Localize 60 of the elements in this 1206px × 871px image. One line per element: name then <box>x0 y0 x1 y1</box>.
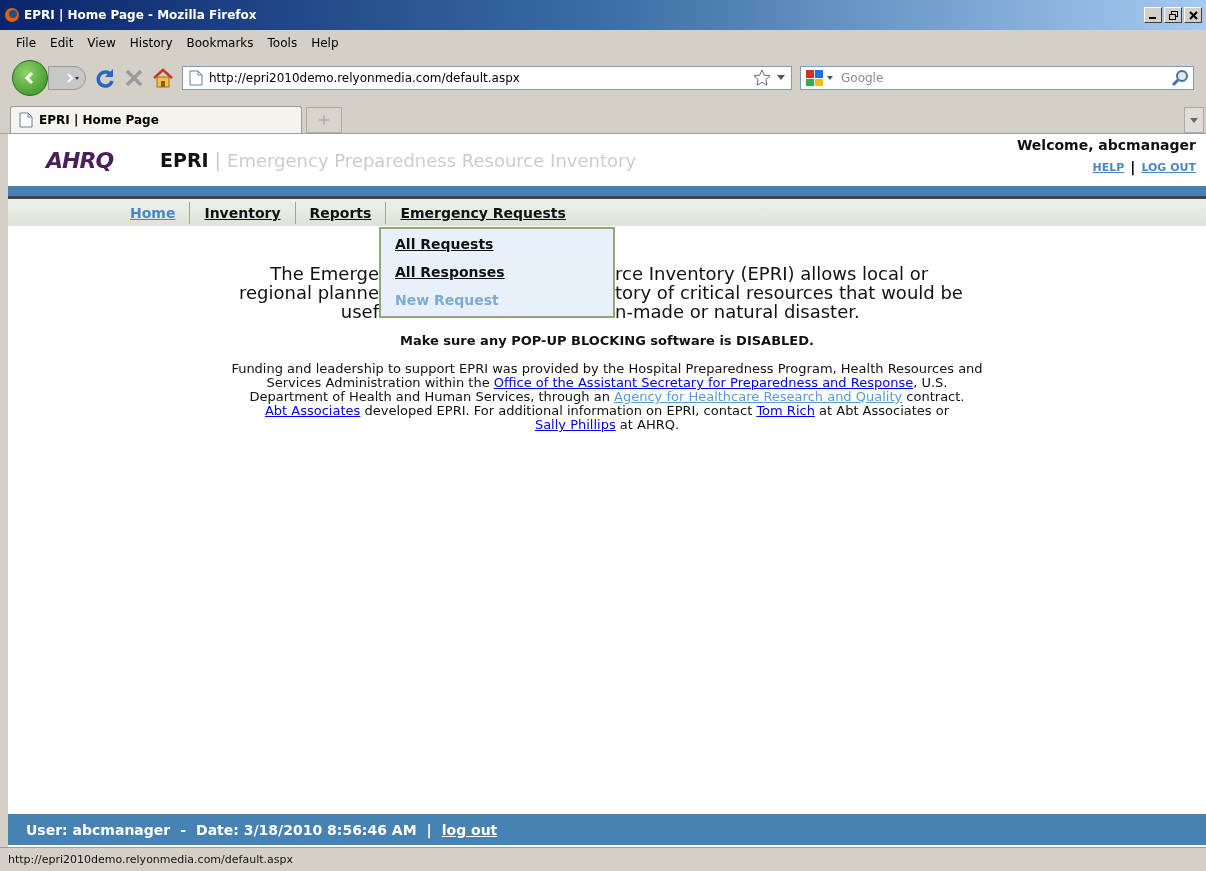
help-link[interactable]: HELP <box>1092 160 1125 174</box>
menu-item[interactable]: Edit <box>44 33 80 52</box>
logout-link[interactable]: log out <box>441 821 498 838</box>
restore-button[interactable] <box>1164 7 1182 23</box>
logout-link[interactable]: LOG OUT <box>1141 160 1196 174</box>
intro-text: regional planne <box>238 283 379 302</box>
close-icon <box>1188 10 1198 20</box>
menu-item[interactable]: Help <box>305 33 345 52</box>
menu-item[interactable]: All Responses <box>395 264 505 280</box>
page-icon <box>189 69 203 86</box>
search-icon[interactable] <box>1171 68 1189 87</box>
link-separator: | <box>1130 159 1136 175</box>
date-text: Date: 3/18/2010 8:56:46 AM <box>196 821 417 838</box>
search-box[interactable]: Google <box>800 65 1194 90</box>
logo: AHRQ <box>46 147 115 173</box>
star-icon[interactable] <box>753 68 771 87</box>
firefox-icon <box>4 7 20 23</box>
nav-link[interactable]: Emergency Requests <box>385 201 580 224</box>
menu-item[interactable]: View <box>81 33 122 52</box>
menu-item[interactable]: All Requests <box>395 236 494 252</box>
site-name: EPRI <box>160 149 209 171</box>
user-text: User: abcmanager <box>26 821 171 838</box>
nav-link[interactable]: Reports <box>294 201 386 224</box>
text-link[interactable]: Tom Rich <box>756 403 815 418</box>
notice-text: Make sure any POP-UP BLOCKING software is DISABLED. <box>400 333 814 348</box>
restore-icon <box>1168 10 1178 20</box>
back-button[interactable] <box>12 59 48 96</box>
address-field[interactable]: http://epri2010demo.relyonmedia.com/default.aspx <box>182 65 792 90</box>
dash-text: - <box>180 821 187 838</box>
plus-icon <box>319 115 329 125</box>
intro-text: The Emerge <box>270 264 379 283</box>
title-separator: | <box>214 149 221 171</box>
dropdown-icon[interactable] <box>777 75 785 80</box>
page-icon <box>19 112 33 128</box>
menu-item[interactable]: History <box>123 33 179 52</box>
status-text: http://epri2010demo.relyonmedia.com/default.aspx <box>8 853 293 866</box>
intro-text: tory of critical resources that would be <box>615 283 963 302</box>
text-link[interactable]: Sally Phillips <box>534 417 616 432</box>
nav-link[interactable]: Inventory <box>189 201 295 224</box>
tab-list-button[interactable] <box>1184 107 1204 133</box>
text-link[interactable]: Abt Associates <box>264 403 361 418</box>
caret-icon <box>1190 117 1198 123</box>
text-link[interactable]: Office of the Assistant Secretary for Preparedness and Response <box>493 375 914 390</box>
menu-item[interactable]: File <box>10 33 43 52</box>
window-title: EPRI | Home Page - Mozilla Firefox <box>24 8 257 22</box>
forward-arrow-icon <box>67 72 79 83</box>
home-icon[interactable] <box>152 66 174 89</box>
menu-item[interactable]: Tools <box>261 33 304 52</box>
close-button[interactable] <box>1184 7 1202 23</box>
minimize-button[interactable] <box>1144 7 1162 23</box>
search-engine-icon[interactable] <box>805 68 835 87</box>
intro-text: usef <box>340 302 379 321</box>
footer-separator: | <box>426 821 432 838</box>
forward-button[interactable] <box>48 65 86 90</box>
intro-text: rce Inventory (EPRI) allows local or <box>615 264 929 283</box>
funding-paragraph: Funding and leadership to support EPRI was provided by the Hospital Preparedness Program, Health Resources and Services Administration within the Office of the Assistant Secretary for Preparedness and Response, U.S. Department of Health and Human Services, through an Agency for Healthcare Research and Quality contract. Abt Associates developed EPRI. For additional information on EPRI, contact Tom Rich at Abt Associates or Sally Phillips at AHRQ. <box>230 362 984 432</box>
browser-tab[interactable]: EPRI | Home Page <box>10 106 302 133</box>
intro-text: n-made or natural disaster. <box>615 302 860 321</box>
welcome-text: Welcome, abcmanager <box>1016 137 1196 153</box>
menu-item[interactable]: Bookmarks <box>180 33 260 52</box>
